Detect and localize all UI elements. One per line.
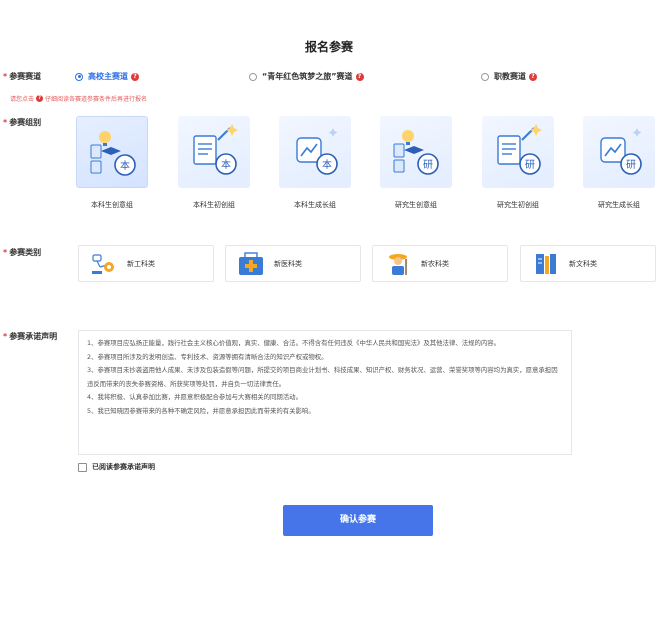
group-tile[interactable]: 本 <box>178 116 250 188</box>
track-label: * 参赛赛道 <box>3 72 42 81</box>
group-name: 研究生创意组 <box>395 201 437 209</box>
help-icon[interactable]: ? <box>355 72 364 81</box>
statement-paragraph: 4、我将积极、认真参加比赛，并愿意积极配合参加与大赛相关的同期活动。 <box>87 393 302 402</box>
statement-paragraph: 5、我已知晓因参赛带来的各种不确定风险，并愿意承担因此而带来的有关影响。 <box>87 406 315 415</box>
track-option-label: 高校主赛道 <box>88 72 128 81</box>
category-agriculture[interactable]: 新农科类 <box>372 245 508 282</box>
group-name: 研究生成长组 <box>598 201 640 209</box>
statement-paragraph: 3、参赛项目未抄袭盗用他人成果、未涉及包装造假等问题，所提交的项目商业计划书、科… <box>87 366 558 388</box>
engineering-robot-icon <box>92 253 114 274</box>
group-tile[interactable]: 本 <box>76 116 148 188</box>
lightbulb-cap-icon: 研 <box>393 130 439 175</box>
radio-button[interactable] <box>75 72 83 81</box>
growth-chart-icon: 研 <box>600 128 642 175</box>
group-tile[interactable]: 研 <box>482 116 554 188</box>
track-hint: 请您点击 ? 仔细阅读各赛道参赛条件后再进行报名 <box>10 95 148 103</box>
group-name: 本科生创意组 <box>91 201 133 209</box>
group-name: 本科生成长组 <box>294 201 336 209</box>
radio-button[interactable] <box>481 72 489 81</box>
track-option-label: “青年红色筑梦之旅”赛道 <box>262 72 353 81</box>
group-card[interactable]: 研研究生成长组 <box>583 116 655 210</box>
lightbulb-cap-icon: 本 <box>90 131 136 176</box>
group-name: 本科生初创组 <box>193 201 235 209</box>
group-name: 研究生初创组 <box>497 201 539 209</box>
track-option-red-dream[interactable]: “青年红色筑梦之旅”赛道 ? <box>249 71 364 82</box>
category-label-text: 新医科类 <box>274 259 302 268</box>
radio-button[interactable] <box>249 72 257 81</box>
page-title: 报名参赛 <box>304 40 353 54</box>
document-wand-icon: 研 <box>497 124 542 175</box>
confirm-button[interactable]: 确认参赛 <box>283 505 433 536</box>
statement-label: * 参赛承诺声明 <box>3 332 58 341</box>
category-liberal-arts[interactable]: 新文科类 <box>520 245 656 282</box>
group-card[interactable]: 研研究生创意组 <box>380 116 452 210</box>
group-tile[interactable]: 本 <box>279 116 351 188</box>
help-icon[interactable]: ? <box>529 72 537 81</box>
group-card[interactable]: 本本科生成长组 <box>279 116 351 210</box>
category-engineering[interactable]: 新工科类 <box>78 245 214 282</box>
category-label-text: 新文科类 <box>569 259 597 268</box>
help-icon[interactable]: ? <box>36 95 44 102</box>
medical-kit-icon <box>239 251 263 275</box>
agree-checkbox-row[interactable]: 已阅读参赛承诺声明 <box>78 462 155 472</box>
track-option-university[interactable]: 高校主赛道 ? <box>75 71 139 82</box>
track-option-vocational[interactable]: 职教赛道 ? <box>481 71 537 82</box>
statement-paragraph: 1、参赛项目应弘扬正能量，践行社会主义核心价值观，真实、健康、合法。不得含有任何… <box>87 339 501 347</box>
category-label-text: 新工科类 <box>127 259 155 268</box>
svg-text:本: 本 <box>221 158 231 171</box>
group-tile[interactable]: 研 <box>583 116 655 188</box>
category-label: * 参赛类别 <box>3 248 42 257</box>
svg-text:研: 研 <box>626 159 636 171</box>
farmer-icon <box>389 253 407 275</box>
statement-box[interactable]: 1、参赛项目应弘扬正能量，践行社会主义核心价值观，真实、健康、合法。不得含有任何… <box>78 330 572 455</box>
books-icon <box>536 253 556 274</box>
statement-paragraph: 2、参赛项目所涉及的发明创造、专利技术、资源等拥有清晰合法的知识产权或物权。 <box>87 352 328 361</box>
group-tile[interactable]: 研 <box>380 116 452 188</box>
svg-text:研: 研 <box>525 159 535 171</box>
svg-text:本: 本 <box>322 158 332 171</box>
category-label-text: 新农科类 <box>421 259 449 268</box>
group-label: * 参赛组别 <box>3 118 42 127</box>
svg-text:研: 研 <box>423 159 433 171</box>
category-medical[interactable]: 新医科类 <box>225 245 361 282</box>
track-option-label: 职教赛道 <box>494 72 526 81</box>
document-wand-icon: 本 <box>193 124 238 175</box>
agree-checkbox[interactable] <box>78 462 87 472</box>
group-card[interactable]: 本本科生创意组 <box>76 116 148 210</box>
group-card[interactable]: 研研究生初创组 <box>482 116 554 210</box>
svg-text:本: 本 <box>120 159 130 172</box>
agree-label: 已阅读参赛承诺声明 <box>92 463 155 471</box>
help-icon[interactable]: ? <box>131 72 139 81</box>
growth-chart-icon: 本 <box>296 128 338 175</box>
group-card[interactable]: 本本科生初创组 <box>178 116 250 210</box>
